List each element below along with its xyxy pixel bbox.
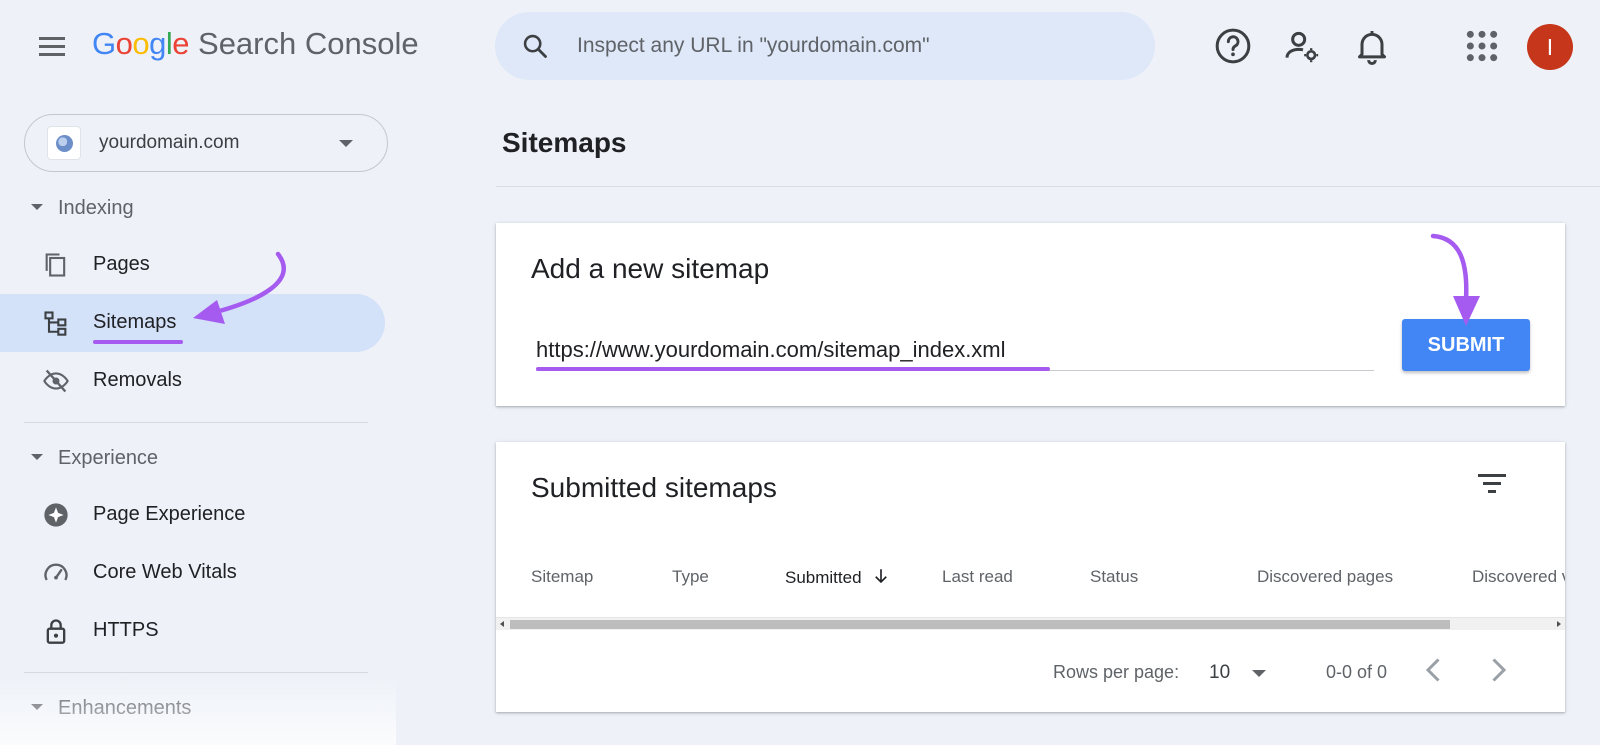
- speedometer-icon: [44, 563, 68, 581]
- section-indexing[interactable]: Indexing: [0, 190, 396, 226]
- section-label: Indexing: [58, 197, 134, 219]
- url-inspection-search[interactable]: [495, 12, 1155, 80]
- submitted-sitemaps-card: Submitted sitemaps Sitemap Type Submitte…: [496, 442, 1565, 712]
- section-experience[interactable]: Experience: [0, 440, 396, 476]
- rows-per-page-label: Rows per page:: [1053, 662, 1180, 682]
- sidebar-item-removals[interactable]: Removals: [0, 352, 385, 410]
- product-name: Search Console: [198, 26, 419, 61]
- title-divider: [496, 186, 1600, 187]
- annotation-underline-url: [536, 367, 1050, 371]
- collapse-triangle-icon: [31, 704, 43, 710]
- sidebar-item-label: HTTPS: [93, 619, 159, 641]
- previous-page-icon[interactable]: [1416, 652, 1452, 688]
- section-label: Experience: [58, 447, 159, 469]
- sidebar-item-label: Core Web Vitals: [93, 561, 237, 583]
- logo-letter-o1: o: [115, 26, 133, 61]
- sidebar-item-https[interactable]: HTTPS: [0, 602, 385, 660]
- sidebar-item-label: Removals: [93, 369, 182, 391]
- horizontal-scrollbar[interactable]: [496, 617, 1565, 630]
- add-sitemap-card: Add a new sitemap SUBMIT: [496, 223, 1565, 406]
- add-sitemap-title: Add a new sitemap: [531, 253, 770, 284]
- column-header-discovered-videos[interactable]: Discovered v: [1472, 567, 1565, 587]
- notifications-icon[interactable]: [1352, 26, 1392, 66]
- globe-icon: [47, 126, 81, 160]
- sort-arrow-down-icon: [875, 569, 888, 584]
- column-header-submitted[interactable]: Submitted: [785, 567, 890, 588]
- sitemap-url-input[interactable]: [536, 333, 1374, 371]
- property-domain: yourdomain.com: [99, 132, 240, 153]
- column-header-type[interactable]: Type: [672, 567, 709, 587]
- logo-letter-e: e: [172, 26, 190, 61]
- column-header-label: Submitted: [785, 568, 862, 587]
- lock-icon: [46, 619, 66, 644]
- account-avatar[interactable]: I: [1527, 24, 1573, 70]
- search-input[interactable]: [577, 26, 1117, 66]
- rows-per-page-select[interactable]: 10: [1206, 654, 1280, 690]
- page-title: Sitemaps: [502, 127, 627, 158]
- submitted-sitemaps-title: Submitted sitemaps: [531, 472, 777, 503]
- logo-letter-g1: G: [92, 26, 116, 61]
- pagination-range: 0-0 of 0: [1326, 662, 1388, 682]
- sidebar-item-label: Sitemaps: [93, 311, 177, 333]
- next-page-icon[interactable]: [1480, 652, 1516, 688]
- sidebar-item-sitemaps[interactable]: Sitemaps: [0, 294, 385, 352]
- sidebar-item-label: Page Experience: [93, 503, 246, 525]
- sitemap-icon: [44, 311, 67, 336]
- apps-grid-icon[interactable]: [1462, 26, 1502, 66]
- section-label: Enhancements: [58, 697, 192, 719]
- column-header-discovered-pages[interactable]: Discovered pages: [1257, 567, 1393, 587]
- filter-icon[interactable]: [1476, 470, 1508, 498]
- chevron-down-icon: [339, 140, 353, 147]
- sidebar: yourdomain.com Indexing Pages Sitemaps R…: [0, 96, 396, 745]
- collapse-triangle-icon: [31, 204, 43, 210]
- scrollbar-thumb[interactable]: [510, 620, 1450, 629]
- sidebar-item-label: Pages: [93, 253, 150, 275]
- removals-icon: [43, 369, 69, 393]
- property-selector[interactable]: yourdomain.com: [24, 114, 388, 172]
- scroll-left-arrow-icon[interactable]: [500, 621, 504, 627]
- search-console-logo[interactable]: Google Search Console: [92, 26, 419, 62]
- logo-letter-o2: o: [132, 26, 150, 61]
- column-header-sitemap[interactable]: Sitemap: [531, 567, 593, 587]
- sidebar-item-pages[interactable]: Pages: [0, 236, 385, 294]
- collapse-triangle-icon: [31, 454, 43, 460]
- sidebar-divider: [24, 672, 368, 673]
- column-header-last-read[interactable]: Last read: [942, 567, 1013, 587]
- section-enhancements[interactable]: Enhancements: [0, 690, 396, 726]
- search-icon[interactable]: [521, 32, 549, 60]
- manage-users-icon[interactable]: [1282, 26, 1322, 66]
- help-icon[interactable]: [1213, 26, 1253, 66]
- submit-button[interactable]: SUBMIT: [1402, 319, 1530, 371]
- sidebar-divider: [24, 422, 368, 423]
- sidebar-item-core-web-vitals[interactable]: Core Web Vitals: [0, 544, 385, 602]
- chevron-down-icon: [1252, 670, 1266, 677]
- sidebar-item-page-experience[interactable]: Page Experience: [0, 486, 385, 544]
- logo-letter-g2: g: [149, 26, 166, 61]
- rows-per-page-value: 10: [1209, 662, 1231, 683]
- page-experience-icon: [44, 503, 68, 527]
- menu-icon[interactable]: [34, 28, 70, 64]
- scroll-right-arrow-icon[interactable]: [1557, 621, 1561, 627]
- top-app-bar: Google Search Console I: [0, 0, 1600, 96]
- column-header-status[interactable]: Status: [1090, 567, 1138, 587]
- pages-icon: [45, 253, 66, 277]
